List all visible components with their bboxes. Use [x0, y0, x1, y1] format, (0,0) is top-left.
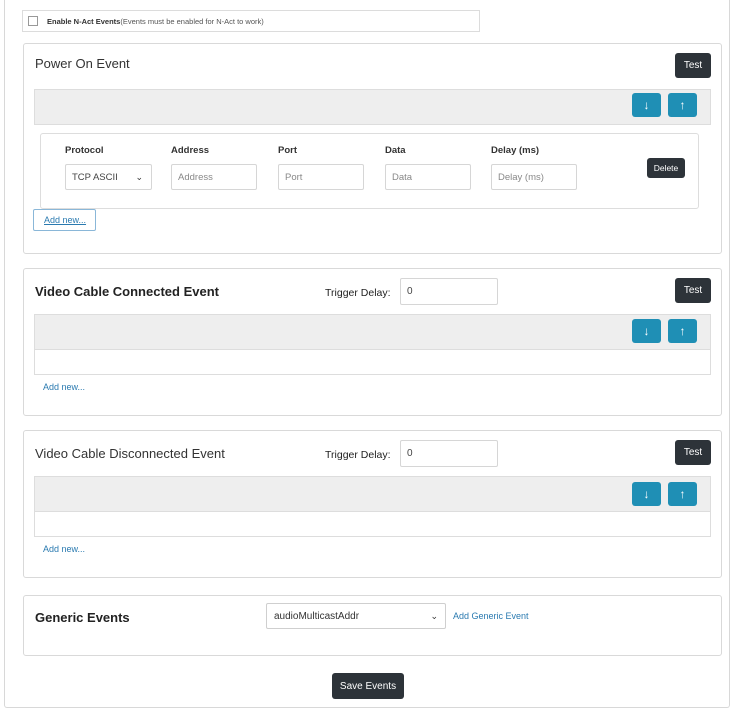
arrow-down-icon: ↓: [643, 487, 650, 501]
generic-events-title: Generic Events: [35, 610, 130, 625]
video-disconnected-test-button[interactable]: Test: [675, 440, 711, 465]
generic-events-panel: Generic Events audioMulticastAddr ⌄ Add …: [23, 595, 722, 656]
video-connected-test-button[interactable]: Test: [675, 278, 711, 303]
video-disconnected-move-down-button[interactable]: ↓: [632, 482, 661, 506]
video-disconnected-toolbar: [34, 476, 711, 512]
protocol-select-value: TCP ASCII: [72, 171, 118, 183]
video-connected-title: Video Cable Connected Event: [35, 284, 219, 299]
power-on-toolbar: [34, 89, 711, 125]
power-on-move-up-button[interactable]: ↑: [668, 93, 697, 117]
arrow-down-icon: ↓: [643, 324, 650, 338]
chevron-down-icon: ⌄: [430, 610, 438, 621]
power-on-panel: Power On Event Test ↓ ↑ Protocol Address…: [23, 43, 722, 254]
power-on-command-row: Protocol Address Port Data Delay (ms) TC…: [40, 133, 699, 209]
video-connected-empty-list: [34, 350, 711, 375]
video-connected-move-down-button[interactable]: ↓: [632, 319, 661, 343]
chevron-down-icon: ⌄: [135, 171, 143, 182]
power-on-test-button[interactable]: Test: [675, 53, 711, 78]
save-events-button[interactable]: Save Events: [332, 673, 404, 699]
delete-command-button[interactable]: Delete: [647, 158, 685, 178]
video-disconnected-title: Video Cable Disconnected Event: [35, 446, 225, 461]
power-on-move-down-button[interactable]: ↓: [632, 93, 661, 117]
address-input[interactable]: Address: [171, 164, 257, 190]
video-disconnected-empty-list: [34, 512, 711, 537]
enable-events-checkbox[interactable]: [28, 16, 38, 26]
enable-events-label: Enable N-Act Events: [47, 16, 121, 26]
enable-events-note: (Events must be enabled for N-Act to wor…: [120, 16, 264, 26]
col-data-header: Data: [385, 145, 406, 156]
protocol-select[interactable]: TCP ASCII ⌄: [65, 164, 152, 190]
arrow-down-icon: ↓: [643, 98, 650, 112]
col-delay-header: Delay (ms): [491, 145, 540, 156]
power-on-title: Power On Event: [35, 56, 130, 71]
delay-input[interactable]: Delay (ms): [491, 164, 577, 190]
arrow-up-icon: ↑: [679, 98, 686, 112]
video-disconnected-trigger-input[interactable]: 0: [400, 440, 498, 467]
video-connected-move-up-button[interactable]: ↑: [668, 319, 697, 343]
add-generic-event-link[interactable]: Add Generic Event: [453, 611, 529, 621]
col-address-header: Address: [171, 145, 210, 156]
video-disconnected-trigger-label: Trigger Delay:: [325, 449, 391, 461]
power-on-add-new-link[interactable]: Add new...: [33, 209, 97, 231]
col-protocol-header: Protocol: [65, 145, 104, 156]
video-disconnected-move-up-button[interactable]: ↑: [668, 482, 697, 506]
video-disconnected-panel: Video Cable Disconnected Event Trigger D…: [23, 430, 722, 578]
generic-event-select[interactable]: audioMulticastAddr ⌄: [266, 603, 446, 629]
video-connected-panel: Video Cable Connected Event Trigger Dela…: [23, 268, 722, 416]
arrow-up-icon: ↑: [679, 324, 686, 338]
data-input[interactable]: Data: [385, 164, 471, 190]
video-disconnected-add-new-link[interactable]: Add new...: [43, 544, 85, 554]
video-connected-trigger-input[interactable]: 0: [400, 278, 498, 305]
port-input[interactable]: Port: [278, 164, 364, 190]
arrow-up-icon: ↑: [679, 487, 686, 501]
video-connected-add-new-link[interactable]: Add new...: [43, 382, 85, 392]
events-container: Enable N-Act Events (Events must be enab…: [4, 0, 730, 708]
generic-event-select-value: audioMulticastAddr: [274, 610, 360, 622]
video-connected-trigger-label: Trigger Delay:: [325, 287, 391, 299]
video-connected-toolbar: [34, 314, 711, 350]
enable-events-row: Enable N-Act Events (Events must be enab…: [22, 10, 480, 32]
col-port-header: Port: [278, 145, 297, 156]
